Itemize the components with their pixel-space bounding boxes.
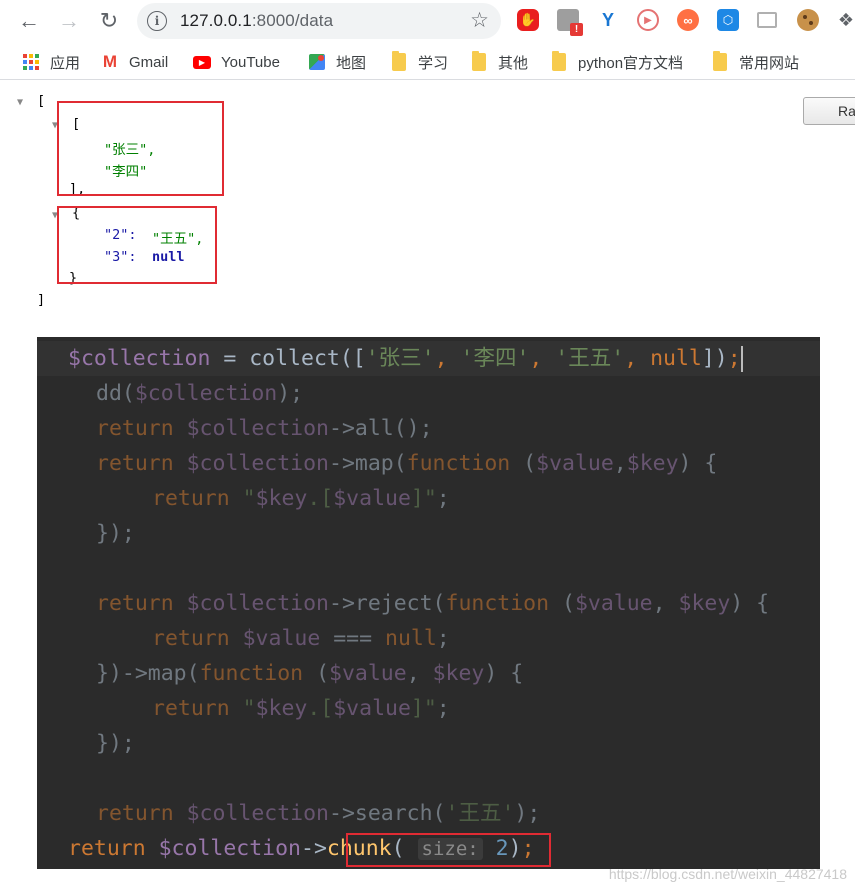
code-line: return $collection->reject(function ($va… [96, 591, 770, 616]
apps-grid-icon [22, 53, 40, 71]
play-extension-icon[interactable]: ▶ [637, 9, 659, 31]
bookmark-folder-other[interactable]: 其他 [470, 51, 528, 73]
code-line: return "$key.[$value]"; [152, 486, 450, 511]
code-line: return $collection->search('王五'); [96, 801, 541, 826]
code-line: })->map(function ($value, $key) { [96, 661, 524, 686]
infinity-extension-icon[interactable]: ∞ [677, 9, 699, 31]
site-info-icon[interactable]: i [147, 11, 167, 31]
hex-extension-icon[interactable]: ⬡ [717, 9, 739, 31]
bookmark-folder-python-docs[interactable]: python官方文档 [550, 51, 683, 73]
code-editor: $collection = collect(['张三', '李四', '王五',… [37, 337, 820, 869]
code-line: return $value === null; [152, 626, 450, 651]
puzzle-icon[interactable]: ❖ [835, 9, 855, 31]
code-line: dd($collection); [96, 381, 304, 406]
highlight-box-object [57, 206, 217, 284]
monitor-extension-icon[interactable] [757, 12, 777, 28]
arrow-left-icon: ← [18, 8, 40, 33]
folder-icon [470, 51, 488, 71]
folder-icon [711, 51, 729, 71]
collapse-toggle-icon[interactable]: ▼ [17, 97, 23, 108]
youtube-icon: ▶ [193, 53, 211, 71]
json-viewer: ▼ [ ▼ [ "张三", "李四" ], ▼ { "2": "王五", "3"… [0, 80, 855, 330]
forward-button[interactable]: → [54, 6, 84, 36]
code-line: return $collection->all(); [96, 416, 433, 441]
bookmark-folder-common-sites[interactable]: 常用网站 [711, 51, 799, 73]
address-bar[interactable]: i 127.0.0.1:8000/data ☆ [137, 3, 501, 39]
arrow-right-icon: → [58, 8, 80, 33]
bookmark-maps[interactable]: 地图 [308, 51, 366, 73]
highlight-box-array [57, 101, 224, 196]
extension-alert-icon[interactable]: ! [557, 9, 583, 36]
browser-toolbar: ← → ↻ i 127.0.0.1:8000/data ☆ ✋ ! Y ▶ ∞ … [0, 0, 855, 42]
folder-icon [550, 51, 568, 71]
folder-icon [390, 51, 408, 71]
code-line: return "$key.[$value]"; [152, 696, 450, 721]
star-icon[interactable]: ☆ [470, 8, 489, 33]
reload-icon: ↻ [99, 8, 119, 33]
bookmark-gmail[interactable]: M Gmail [101, 51, 168, 73]
code-line: $collection = collect(['张三', '李四', '王五',… [37, 341, 820, 376]
y-extension-icon[interactable]: Y [597, 9, 619, 31]
bookmark-youtube[interactable]: ▶ YouTube [193, 51, 280, 73]
adblock-icon[interactable]: ✋ [517, 9, 539, 31]
bookmarks-bar: 应用 M Gmail ▶ YouTube 地图 学习 其他 python官方文档… [0, 42, 855, 80]
code-line: return $collection->map(function ($value… [96, 451, 718, 476]
highlight-box-chunk [346, 833, 551, 867]
back-button[interactable]: ← [14, 6, 44, 36]
code-line: }); [96, 521, 135, 546]
gmail-icon: M [102, 52, 118, 71]
address-url[interactable]: 127.0.0.1:8000/data [180, 11, 333, 31]
cookie-extension-icon[interactable] [797, 9, 819, 31]
bookmark-apps[interactable]: 应用 [22, 51, 80, 73]
code-line: }); [96, 731, 135, 756]
reload-button[interactable]: ↻ [94, 6, 124, 36]
bookmark-folder-study[interactable]: 学习 [390, 51, 448, 73]
raw-button[interactable]: Ra [803, 97, 855, 125]
watermark: https://blog.csdn.net/weixin_44827418 [608, 866, 847, 882]
maps-icon [308, 53, 326, 71]
